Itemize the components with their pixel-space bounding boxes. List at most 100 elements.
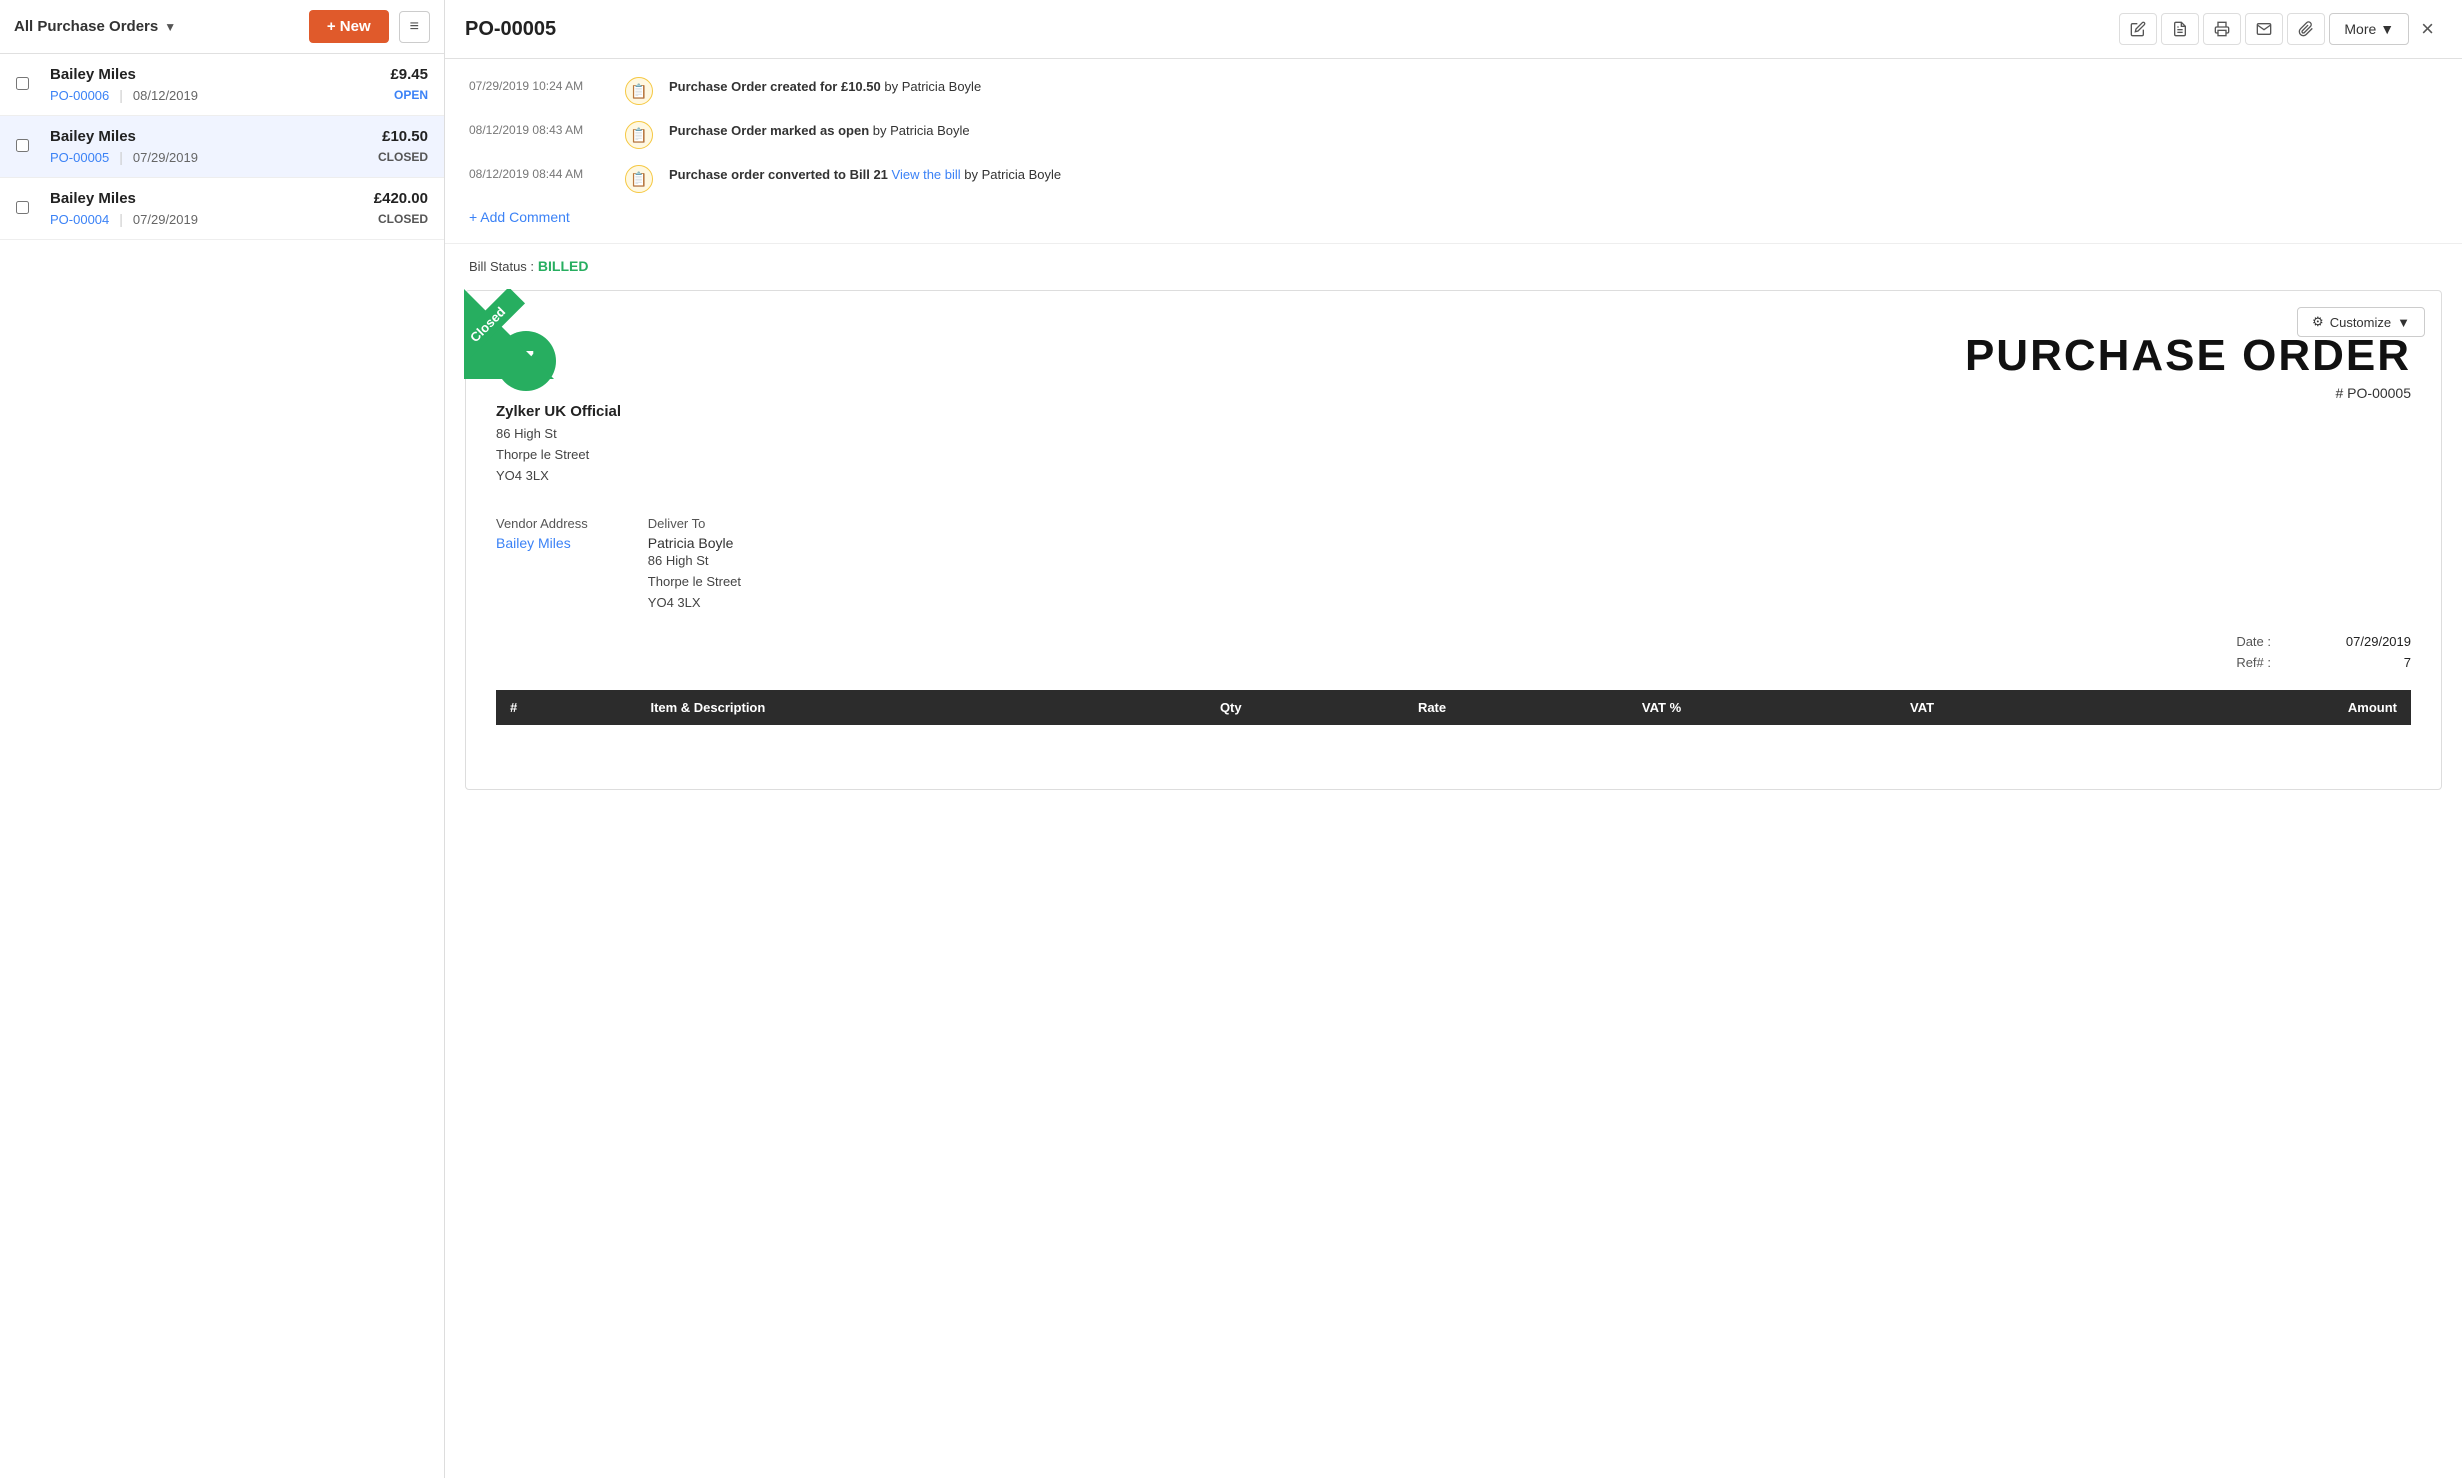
status-badge: CLOSED <box>378 150 428 164</box>
email-button[interactable] <box>2245 13 2283 45</box>
po-date: 07/29/2019 <box>133 150 198 165</box>
chevron-down-icon: ▼ <box>2380 21 2394 37</box>
activity-bold: Purchase Order created for £10.50 <box>669 79 881 94</box>
col-header-amount: Amount <box>2104 690 2411 725</box>
doc-main-title: PURCHASE ORDER <box>1965 331 2411 381</box>
deliver-address-1: 86 High St <box>648 551 741 572</box>
separator: | <box>119 211 123 227</box>
closed-ribbon: Closed <box>464 289 554 379</box>
date-value: 07/29/2019 <box>2311 634 2411 649</box>
po-checkbox[interactable] <box>16 139 29 152</box>
left-header: All Purchase Orders ▼ + New ≡ <box>0 0 444 54</box>
col-header-rate: Rate <box>1404 690 1628 725</box>
customize-button[interactable]: ⚙ Customize ▼ <box>2297 307 2425 337</box>
col-header-item: Item & Description <box>636 690 1205 725</box>
col-header-hash: # <box>496 690 636 725</box>
po-amount: £9.45 <box>390 66 428 83</box>
activity-suffix: by Patricia Boyle <box>884 79 981 94</box>
chevron-down-icon: ▼ <box>164 20 176 34</box>
activity-row: 08/12/2019 08:43 AM 📋 Purchase Order mar… <box>469 121 2438 149</box>
customer-name: Bailey Miles <box>50 128 136 145</box>
po-checkbox[interactable] <box>16 201 29 214</box>
new-button[interactable]: + New <box>309 10 389 43</box>
close-button[interactable]: × <box>2413 12 2442 46</box>
list-item[interactable]: Bailey Miles £9.45 PO-00006 | 08/12/2019… <box>0 54 444 116</box>
right-panel: PO-00005 <box>445 0 2462 1478</box>
company-address-2: Thorpe le Street <box>496 445 621 466</box>
more-button[interactable]: More ▼ <box>2329 13 2409 45</box>
deliver-address-3: YO4 3LX <box>648 593 741 614</box>
menu-icon[interactable]: ≡ <box>399 11 430 43</box>
po-amount: £10.50 <box>382 128 428 145</box>
chevron-down-icon: ▼ <box>2397 315 2410 330</box>
col-header-vat: VAT <box>1896 690 2104 725</box>
ref-label: Ref# : <box>2236 655 2271 670</box>
pdf-button[interactable] <box>2161 13 2199 45</box>
activity-text: Purchase Order created for £10.50 by Pat… <box>669 77 981 97</box>
print-button[interactable] <box>2203 13 2241 45</box>
company-name: Zylker UK Official <box>496 403 621 420</box>
col-header-qty: Qty <box>1206 690 1404 725</box>
po-date: 07/29/2019 <box>133 212 198 227</box>
gear-icon: ⚙ <box>2312 314 2324 330</box>
company-address-3: YO4 3LX <box>496 466 621 487</box>
company-address: 86 High St Thorpe le Street YO4 3LX <box>496 424 621 486</box>
view-bill-link[interactable]: View the bill <box>892 167 961 182</box>
right-header: PO-00005 <box>445 0 2462 59</box>
activity-icon: 📋 <box>625 77 653 105</box>
company-address-1: 86 High St <box>496 424 621 445</box>
deliver-to-label: Deliver To <box>648 516 741 531</box>
customer-name: Bailey Miles <box>50 190 136 207</box>
activity-text: Purchase Order marked as open by Patrici… <box>669 121 970 141</box>
list-item[interactable]: Bailey Miles £420.00 PO-00004 | 07/29/20… <box>0 178 444 240</box>
po-number-link[interactable]: PO-00006 <box>50 88 109 103</box>
header-toolbar: More ▼ × <box>2119 12 2442 46</box>
vendor-section: Vendor Address Bailey Miles <box>496 516 588 593</box>
col-header-vat-pct: VAT % <box>1628 690 1896 725</box>
activity-icon: 📋 <box>625 121 653 149</box>
customer-name: Bailey Miles <box>50 66 136 83</box>
ref-row: Ref# : 7 <box>496 655 2411 670</box>
activity-suffix: by Patricia Boyle <box>964 167 1061 182</box>
attach-button[interactable] <box>2287 13 2325 45</box>
activity-row: 08/12/2019 08:44 AM 📋 Purchase order con… <box>469 165 2438 193</box>
activity-bold: Purchase order converted to Bill 21 <box>669 167 888 182</box>
po-number-link[interactable]: PO-00004 <box>50 212 109 227</box>
po-table: # Item & Description Qty Rate VAT % VAT … <box>496 690 2411 725</box>
page-title: PO-00005 <box>465 18 2107 41</box>
vendor-name-link[interactable]: Bailey Miles <box>496 535 571 551</box>
po-date: 08/12/2019 <box>133 88 198 103</box>
po-checkbox[interactable] <box>16 77 29 90</box>
po-list: Bailey Miles £9.45 PO-00006 | 08/12/2019… <box>0 54 444 1478</box>
po-number-link[interactable]: PO-00005 <box>50 150 109 165</box>
activity-time: 07/29/2019 10:24 AM <box>469 77 609 93</box>
all-purchase-orders-dropdown[interactable]: All Purchase Orders ▼ <box>14 18 176 35</box>
activity-time: 08/12/2019 08:44 AM <box>469 165 609 181</box>
po-amount: £420.00 <box>374 190 428 207</box>
bill-status-value: BILLED <box>538 258 589 274</box>
doc-title-area: PURCHASE ORDER # PO-00005 <box>1965 331 2411 401</box>
activity-icon: 📋 <box>625 165 653 193</box>
status-badge: OPEN <box>394 88 428 102</box>
add-comment-button[interactable]: + Add Comment <box>469 209 570 225</box>
doc-header-row: Z Zylker UK Official 86 High St Thorpe l… <box>496 331 2411 486</box>
edit-button[interactable] <box>2119 13 2157 45</box>
more-label: More <box>2344 21 2376 37</box>
activity-row: 07/29/2019 10:24 AM 📋 Purchase Order cre… <box>469 77 2438 105</box>
activity-text: Purchase order converted to Bill 21 View… <box>669 165 1061 185</box>
activity-bold: Purchase Order marked as open <box>669 123 869 138</box>
date-row: Date : 07/29/2019 <box>496 634 2411 649</box>
all-purchase-orders-label: All Purchase Orders <box>14 18 158 35</box>
deliver-to-section: Deliver To Patricia Boyle 86 High St Tho… <box>648 516 741 613</box>
deliver-address-2: Thorpe le Street <box>648 572 741 593</box>
po-document: Closed ⚙ Customize ▼ Z Zylker UK Officia… <box>465 290 2442 790</box>
separator: | <box>119 149 123 165</box>
date-label: Date : <box>2236 634 2271 649</box>
status-badge: CLOSED <box>378 212 428 226</box>
list-item[interactable]: Bailey Miles £10.50 PO-00005 | 07/29/201… <box>0 116 444 178</box>
customize-label: Customize <box>2330 315 2391 330</box>
activity-time: 08/12/2019 08:43 AM <box>469 121 609 137</box>
vendor-address-label: Vendor Address <box>496 516 588 531</box>
deliver-to-address: 86 High St Thorpe le Street YO4 3LX <box>648 551 741 613</box>
separator: | <box>119 87 123 103</box>
